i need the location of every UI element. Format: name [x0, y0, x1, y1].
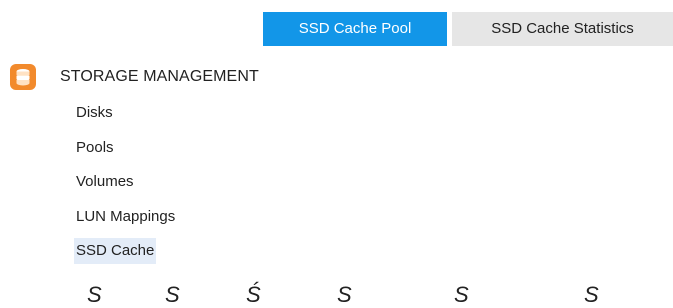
nav-item-lun-mappings[interactable]: LUN Mappings — [74, 204, 177, 230]
nav-item-volumes[interactable]: Volumes — [74, 169, 136, 195]
column-header[interactable]: S — [454, 282, 469, 308]
column-header[interactable]: S — [165, 282, 180, 308]
storage-nav-list: Disks Pools Volumes LUN Mappings SSD Cac… — [74, 100, 177, 273]
table-header-row: S S Ś S S S — [0, 282, 673, 308]
storage-management-header: STORAGE MANAGEMENT — [10, 64, 259, 90]
tab-ssd-cache-pool[interactable]: SSD Cache Pool — [263, 12, 447, 46]
column-header[interactable]: S — [87, 282, 102, 308]
nav-item-disks[interactable]: Disks — [74, 100, 115, 126]
section-title: STORAGE MANAGEMENT — [60, 68, 259, 85]
nav-item-ssd-cache[interactable]: SSD Cache — [74, 238, 157, 264]
storage-database-icon — [10, 64, 36, 90]
nav-item-pools[interactable]: Pools — [74, 135, 116, 161]
tab-ssd-cache-statistics[interactable]: SSD Cache Statistics — [452, 12, 673, 46]
tab-bar: SSD Cache Pool SSD Cache Statistics — [263, 12, 673, 46]
column-header[interactable]: S — [584, 282, 599, 308]
column-header[interactable]: S — [337, 282, 352, 308]
column-header[interactable]: Ś — [246, 282, 261, 308]
